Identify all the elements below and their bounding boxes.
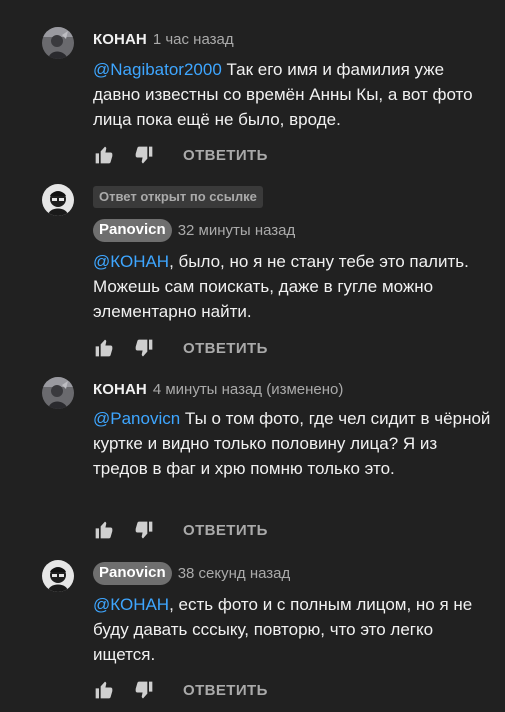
thumb-up-icon[interactable]: [93, 144, 115, 166]
comment-header: КОНАН 1 час назад: [93, 27, 234, 51]
comment-header: КОНАН 4 минуты назад (изменено): [93, 377, 343, 401]
comment-header: Panovicn 38 секунд назад: [93, 561, 290, 585]
timestamp[interactable]: 32 минуты назад: [178, 222, 296, 239]
reply-button[interactable]: ОТВЕТИТЬ: [183, 682, 268, 699]
thumb-down-icon[interactable]: [133, 144, 155, 166]
reply-link-badge: Ответ открыт по ссылке: [93, 186, 263, 208]
avatar[interactable]: [42, 560, 74, 592]
comment-text: @КОНАН, есть фото и с полным лицом, но я…: [93, 592, 493, 667]
author-name[interactable]: КОНАН: [93, 31, 147, 48]
thumb-up-icon[interactable]: [93, 519, 115, 541]
comment-text: @КОНАН, было, но я не стану тебе это пал…: [93, 249, 493, 324]
comment-actions: ОТВЕТИТЬ: [93, 518, 268, 542]
author-name[interactable]: Panovicn: [93, 561, 172, 585]
thumb-up-icon[interactable]: [93, 679, 115, 701]
comment-actions: ОТВЕТИТЬ: [93, 678, 268, 702]
timestamp[interactable]: 38 секунд назад: [178, 565, 291, 582]
mention-link[interactable]: @КОНАН: [93, 252, 169, 271]
thumb-down-icon[interactable]: [133, 679, 155, 701]
comment-header: Panovicn 32 минуты назад: [93, 218, 295, 242]
thumb-up-icon[interactable]: [93, 337, 115, 359]
comment-text: @Nagibator2000 Так его имя и фамилия уже…: [93, 57, 493, 132]
thumb-down-icon[interactable]: [133, 337, 155, 359]
reply-button[interactable]: ОТВЕТИТЬ: [183, 147, 268, 164]
mention-link[interactable]: @Panovicn: [93, 409, 180, 428]
avatar[interactable]: [42, 377, 74, 409]
thumb-down-icon[interactable]: [133, 519, 155, 541]
author-name[interactable]: Panovicn: [93, 218, 172, 242]
comment-actions: ОТВЕТИТЬ: [93, 336, 268, 360]
avatar[interactable]: [42, 184, 74, 216]
reply-button[interactable]: ОТВЕТИТЬ: [183, 522, 268, 539]
comment-actions: ОТВЕТИТЬ: [93, 143, 268, 167]
timestamp[interactable]: 1 час назад: [153, 31, 234, 48]
comment-text: @Panovicn Ты о том фото, где чел сидит в…: [93, 406, 493, 481]
timestamp[interactable]: 4 минуты назад (изменено): [153, 381, 344, 398]
mention-link[interactable]: @Nagibator2000: [93, 60, 222, 79]
author-name[interactable]: КОНАН: [93, 381, 147, 398]
mention-link[interactable]: @КОНАН: [93, 595, 169, 614]
reply-button[interactable]: ОТВЕТИТЬ: [183, 340, 268, 357]
avatar[interactable]: [42, 27, 74, 59]
